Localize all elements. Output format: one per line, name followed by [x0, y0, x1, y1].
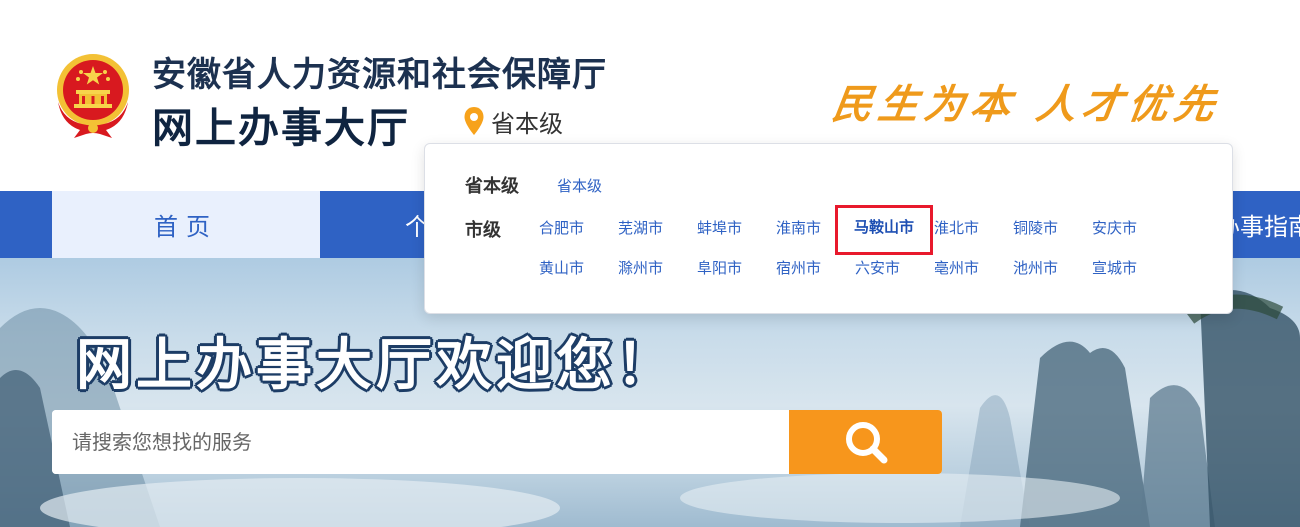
site-title: 安徽省人力资源和社会保障厅 — [152, 55, 607, 95]
province-level-link[interactable]: 省本级 — [557, 175, 602, 196]
location-pin-icon — [464, 107, 484, 135]
search-input[interactable] — [52, 410, 789, 474]
city-link-bozhou[interactable]: 亳州市 — [917, 258, 996, 278]
site-subtitle: 网上办事大厅 — [152, 104, 410, 152]
province-level-label: 省本级 — [465, 176, 519, 197]
city-link-wuhu[interactable]: 芜湖市 — [601, 218, 680, 238]
region-dropdown: 省本级 省本级 市级 合肥市 芜湖市 蚌埠市 淮南市 马鞍山市 淮北市 铜陵市 … — [424, 143, 1233, 314]
location-selector[interactable]: 省本级 — [463, 104, 563, 138]
city-link-chizhou[interactable]: 池州市 — [996, 258, 1075, 278]
city-link-suzhou[interactable]: 宿州市 — [759, 258, 838, 278]
slogan: 民生为本 人才优先 — [829, 81, 1224, 128]
search-icon — [845, 422, 887, 464]
city-link-chuzhou[interactable]: 滁州市 — [601, 258, 680, 278]
search-button[interactable] — [789, 410, 942, 474]
nav-home[interactable]: 首页 — [52, 191, 320, 258]
city-link-xuancheng[interactable]: 宣城市 — [1075, 258, 1154, 278]
city-link-luan[interactable]: 六安市 — [838, 258, 917, 278]
city-link-bengbu[interactable]: 蚌埠市 — [680, 218, 759, 238]
national-emblem-icon — [57, 54, 129, 138]
city-link-huangshan[interactable]: 黄山市 — [522, 258, 601, 278]
city-level-label: 市级 — [465, 220, 501, 241]
welcome-heading: 网上办事大厅欢迎您！ — [76, 333, 676, 398]
search-bar — [52, 410, 942, 474]
city-link-fuyang[interactable]: 阜阳市 — [680, 258, 759, 278]
city-link-tongling[interactable]: 铜陵市 — [996, 218, 1075, 238]
city-link-anqing[interactable]: 安庆市 — [1075, 218, 1154, 238]
city-link-hefei[interactable]: 合肥市 — [522, 218, 601, 238]
location-label: 省本级 — [491, 109, 563, 138]
city-link-huainan[interactable]: 淮南市 — [759, 218, 838, 238]
city-link-huaibei[interactable]: 淮北市 — [917, 218, 996, 238]
